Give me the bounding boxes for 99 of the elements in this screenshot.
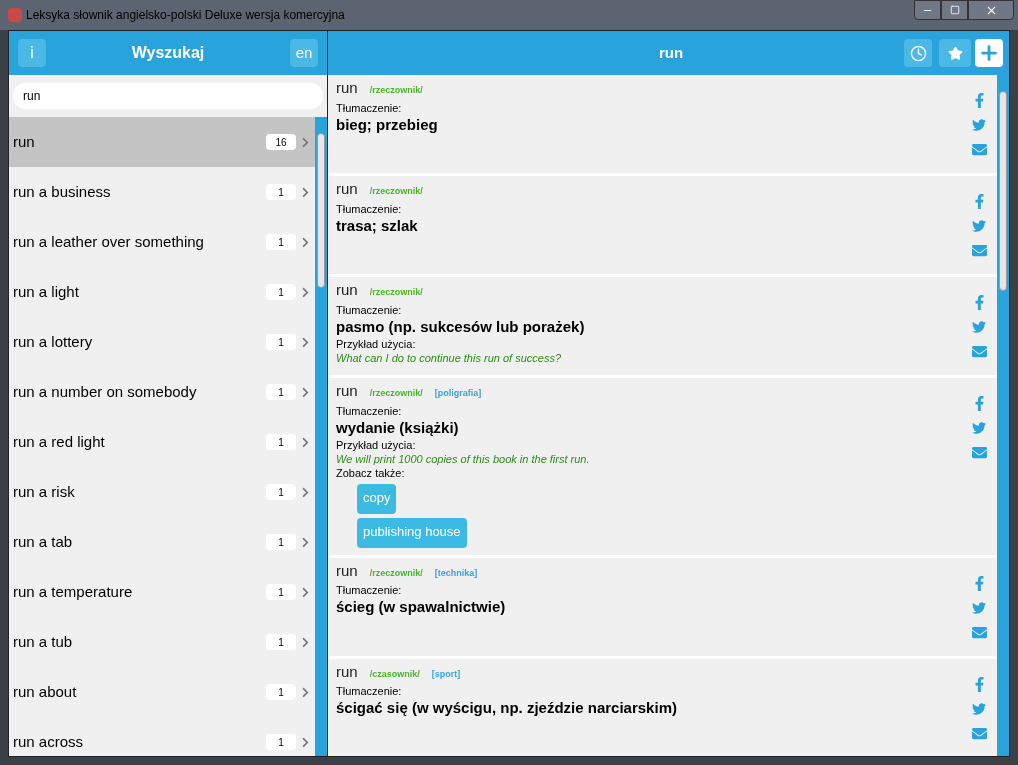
headword: run bbox=[336, 561, 358, 581]
history-button[interactable] bbox=[904, 39, 932, 67]
count-badge: 1 bbox=[266, 534, 296, 550]
part-of-speech: /rzeczownik/ bbox=[369, 388, 423, 400]
domain-label: [technika] bbox=[434, 567, 478, 579]
email-icon[interactable] bbox=[971, 344, 987, 359]
twitter-icon[interactable] bbox=[972, 421, 986, 435]
count-badge: 1 bbox=[266, 384, 296, 400]
result-item[interactable]: run a leather over something 1 bbox=[9, 217, 315, 267]
twitter-icon[interactable] bbox=[972, 219, 986, 233]
result-item[interactable]: run a temperature 1 bbox=[9, 567, 315, 617]
star-icon bbox=[947, 45, 963, 61]
app-icon bbox=[8, 8, 22, 22]
result-item[interactable]: run a tub 1 bbox=[9, 617, 315, 667]
translation: bieg; przebieg bbox=[336, 115, 439, 135]
email-icon[interactable] bbox=[971, 445, 987, 460]
chevron-icon bbox=[300, 436, 311, 448]
search-field[interactable]: run bbox=[13, 83, 323, 109]
maximize-icon bbox=[949, 5, 960, 15]
chevron-icon bbox=[300, 636, 311, 648]
part-of-speech: /rzeczownik/ bbox=[369, 186, 423, 198]
result-item[interactable]: run a red light 1 bbox=[9, 417, 315, 467]
result-item[interactable]: run about 1 bbox=[9, 667, 315, 717]
chevron-icon bbox=[300, 286, 311, 298]
result-item[interactable]: run across 1 bbox=[9, 717, 315, 756]
translation-label: Tłumaczenie: bbox=[336, 685, 403, 699]
chevron-icon bbox=[300, 136, 311, 148]
domain-label: [poligrafia] bbox=[434, 388, 482, 400]
chevron-icon bbox=[300, 486, 311, 498]
translation-label: Tłumaczenie: bbox=[336, 303, 403, 318]
see-also-label: Zobacz także: bbox=[336, 466, 406, 481]
email-icon[interactable] bbox=[971, 243, 987, 258]
chevron-icon bbox=[300, 386, 311, 398]
email-icon[interactable] bbox=[971, 142, 987, 157]
count-badge: 1 bbox=[266, 334, 296, 350]
add-button[interactable] bbox=[975, 39, 1003, 67]
count-badge: 16 bbox=[266, 134, 296, 150]
close-button[interactable] bbox=[968, 0, 1014, 20]
result-item[interactable]: run a business 1 bbox=[9, 167, 315, 217]
favorite-button[interactable] bbox=[939, 39, 971, 67]
part-of-speech: /czasownik/ bbox=[369, 668, 420, 680]
translation: ścigać się (w wyścigu, np. zjeździe narciarskim) bbox=[336, 699, 678, 718]
panel-title: Wyszukaj bbox=[130, 43, 206, 63]
twitter-icon[interactable] bbox=[972, 600, 986, 615]
twitter-icon[interactable] bbox=[972, 701, 986, 716]
twitter-icon[interactable] bbox=[972, 118, 986, 132]
maximize-button[interactable] bbox=[941, 0, 968, 20]
count-badge: 1 bbox=[266, 684, 296, 700]
scrollbar[interactable] bbox=[997, 75, 1009, 756]
translation-label: Tłumaczenie: bbox=[336, 404, 403, 419]
example-label: Przykład użycia: bbox=[336, 439, 417, 453]
headword: run bbox=[336, 180, 358, 199]
email-icon[interactable] bbox=[971, 624, 987, 640]
count-badge: 1 bbox=[266, 484, 296, 500]
translation: trasa; szlak bbox=[336, 216, 419, 236]
chevron-icon bbox=[300, 586, 311, 598]
part-of-speech: /rzeczownik/ bbox=[369, 85, 423, 97]
twitter-icon[interactable] bbox=[972, 320, 986, 334]
chevron-icon bbox=[300, 736, 311, 748]
plus-icon bbox=[978, 42, 1000, 64]
chevron-icon bbox=[300, 186, 311, 198]
count-badge: 1 bbox=[266, 284, 296, 300]
headword: run bbox=[336, 281, 358, 300]
translation: ścieg (w spawalnictwie) bbox=[336, 598, 507, 617]
result-item[interactable]: run a light 1 bbox=[9, 267, 315, 317]
count-badge: 1 bbox=[266, 434, 296, 450]
example-label: Przykład użycia: bbox=[336, 338, 417, 352]
entry-title: run bbox=[657, 42, 685, 63]
chevron-icon bbox=[300, 236, 311, 248]
count-badge: 1 bbox=[266, 234, 296, 250]
part-of-speech: /rzeczownik/ bbox=[369, 567, 423, 579]
clock-icon bbox=[909, 44, 927, 62]
example-sentence: What can I do to continue this run of success? bbox=[336, 352, 562, 366]
count-badge: 1 bbox=[266, 584, 296, 600]
result-item[interactable]: run 16 bbox=[9, 117, 315, 167]
translation-label: Tłumaczenie: bbox=[336, 202, 403, 217]
headword: run bbox=[336, 79, 358, 98]
count-badge: 1 bbox=[266, 634, 296, 650]
part-of-speech: /rzeczownik/ bbox=[369, 287, 423, 299]
count-badge: 1 bbox=[266, 734, 296, 750]
scrollbar[interactable] bbox=[315, 117, 327, 756]
headword: run bbox=[336, 662, 358, 682]
window-title: Leksyka słownik angielsko-polski Deluxe wersja komercyjna bbox=[26, 7, 345, 24]
result-item[interactable]: run a tab 1 bbox=[9, 517, 315, 567]
email-icon[interactable] bbox=[971, 725, 987, 741]
result-item[interactable]: run a risk 1 bbox=[9, 467, 315, 517]
chevron-icon bbox=[300, 686, 311, 698]
result-item[interactable]: run a lottery 1 bbox=[9, 317, 315, 367]
count-badge: 1 bbox=[266, 184, 296, 200]
translation: wydanie (książki) bbox=[336, 418, 460, 438]
chevron-icon bbox=[300, 536, 311, 548]
result-item[interactable]: run a number on somebody 1 bbox=[9, 367, 315, 417]
translation: pasmo (np. sukcesów lub porażek) bbox=[336, 317, 586, 337]
headword: run bbox=[336, 382, 358, 401]
chevron-icon bbox=[300, 336, 311, 348]
domain-label: [sport] bbox=[431, 668, 461, 680]
translation-label: Tłumaczenie: bbox=[336, 101, 403, 116]
translation-label: Tłumaczenie: bbox=[336, 584, 403, 598]
example-sentence: We will print 1000 copies of this book in the first run. bbox=[336, 453, 591, 467]
